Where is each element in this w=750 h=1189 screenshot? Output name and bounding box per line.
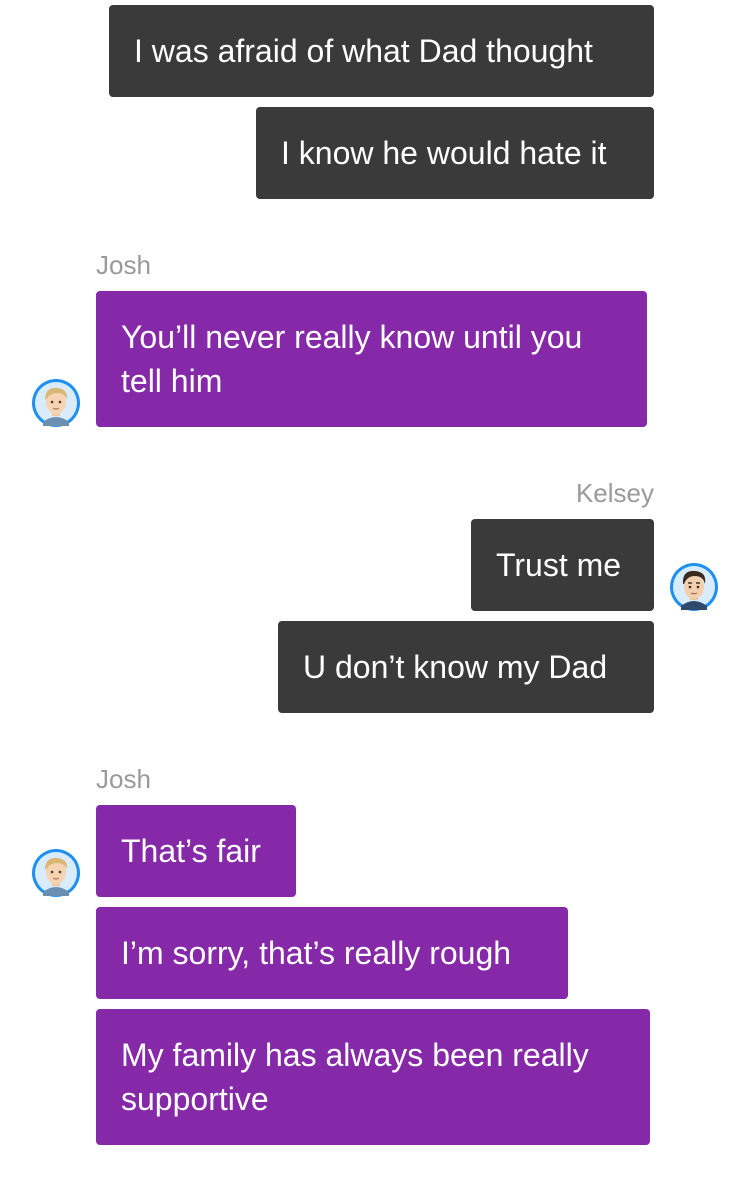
message-text: You’ll never really know until you tell …	[121, 319, 583, 399]
josh-avatar-icon[interactable]	[31, 378, 81, 428]
message-text: My family has always been really support…	[121, 1037, 589, 1117]
message-bubble[interactable]: You’ll never really know until you tell …	[96, 291, 647, 427]
kelsey-avatar-icon[interactable]	[669, 562, 719, 612]
message-text: Trust me	[496, 547, 622, 583]
sender-name: Josh	[96, 250, 151, 280]
josh-avatar-icon[interactable]	[31, 848, 81, 898]
sender-name: Kelsey	[575, 478, 654, 508]
message-text: U don’t know my Dad	[303, 649, 608, 685]
message-bubble[interactable]: Trust me	[471, 519, 654, 611]
message-bubble[interactable]: That’s fair	[96, 805, 296, 897]
message-bubble[interactable]: I was afraid of what Dad thought	[109, 5, 654, 97]
message-text: I was afraid of what Dad thought	[134, 33, 593, 69]
sender-name: Josh	[96, 764, 151, 794]
message-bubble[interactable]: I know he would hate it	[256, 107, 654, 199]
message-bubble[interactable]: My family has always been really support…	[96, 1009, 650, 1145]
message-text: That’s fair	[121, 833, 261, 869]
message-text: I’m sorry, that’s really rough	[121, 935, 512, 971]
message-text: I know he would hate it	[281, 135, 607, 171]
message-bubble[interactable]: U don’t know my Dad	[278, 621, 654, 713]
message-bubble[interactable]: I’m sorry, that’s really rough	[96, 907, 568, 999]
